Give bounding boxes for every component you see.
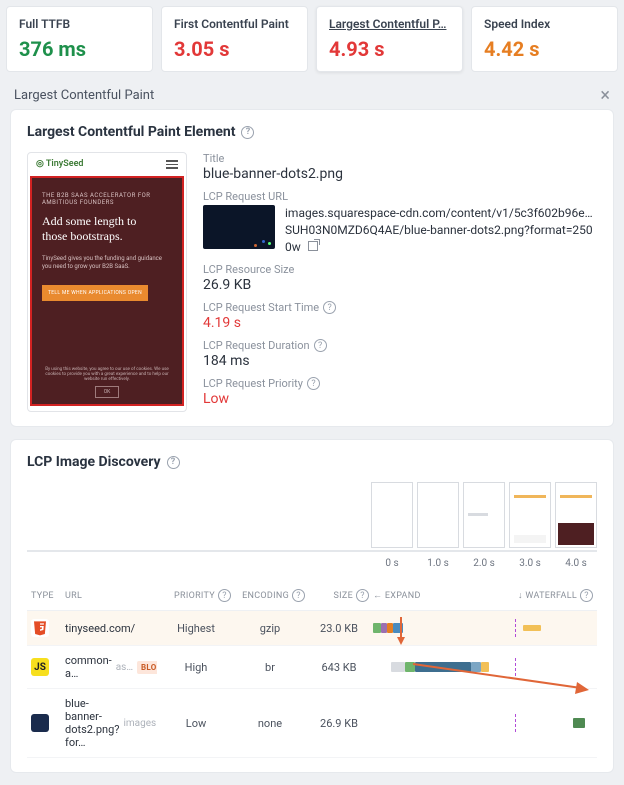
tick: 0 s	[371, 558, 413, 569]
size-cell: 23.0 KB	[309, 622, 369, 635]
external-link-icon	[308, 241, 318, 251]
table-row[interactable]: JS common-a… as… BLOCKING LCP INITIATOR …	[27, 646, 597, 689]
metric-value: 3.05 s	[174, 37, 295, 61]
field-label-priority: LCP Request Priority ?	[203, 377, 597, 390]
metric-label: Largest Contentful P…	[329, 17, 450, 31]
tick: 4.0 s	[555, 558, 597, 569]
metric-value: 4.93 s	[329, 37, 450, 61]
arrow-icon	[397, 617, 407, 647]
url-cell: blue-banner-dots2.png?for… images… LCP	[65, 697, 157, 749]
url-cell: tinyseed.com/	[65, 622, 157, 635]
html5-icon	[31, 619, 49, 637]
col-url: URL	[65, 591, 157, 601]
panel-title-text: LCP Image Discovery	[27, 454, 161, 470]
blocking-tag: BLOCKING	[137, 661, 157, 674]
filmstrip	[27, 482, 597, 552]
field-label-duration: LCP Request Duration ?	[203, 339, 597, 352]
field-value-start: 4.19 s	[203, 315, 597, 331]
table-row[interactable]: tinyseed.com/ Highest gzip 23.0 KB	[27, 611, 597, 646]
waterfall-cell	[373, 619, 593, 637]
lcp-discovery-panel: LCP Image Discovery ? 0 s 1.0 s 2.0 s 3.…	[10, 439, 614, 773]
metric-value: 376 ms	[19, 37, 140, 61]
image-icon	[31, 714, 49, 732]
arrow-icon	[413, 664, 593, 694]
lcp-url-link[interactable]: images.squarespace-cdn.com/content/v1/5c…	[285, 205, 597, 255]
metric-fcp[interactable]: First Contentful Paint 3.05 s	[161, 6, 308, 72]
priority-cell: High	[161, 661, 231, 674]
metric-lcp[interactable]: Largest Contentful P… 4.93 s	[316, 6, 463, 72]
panel-title: Largest Contentful Paint Element ?	[27, 124, 597, 140]
help-icon[interactable]: ?	[241, 126, 254, 139]
field-value-priority: Low	[203, 391, 597, 407]
priority-cell: Highest	[161, 622, 231, 635]
metrics-row: Full TTFB 376 ms First Contentful Paint …	[0, 0, 624, 78]
panel-title: LCP Image Discovery ?	[27, 454, 597, 470]
filmstrip-frame	[463, 482, 505, 548]
metric-ttfb[interactable]: Full TTFB 376 ms	[6, 6, 153, 72]
tick: 2.0 s	[463, 558, 505, 569]
thumb-headline: Add some length to those bootstraps.	[42, 214, 172, 245]
col-size[interactable]: SIZE?	[309, 589, 369, 602]
help-icon[interactable]: ?	[307, 377, 320, 390]
waterfall-cell	[373, 658, 593, 676]
lcp-details: Title blue-banner-dots2.png LCP Request …	[203, 152, 597, 412]
metric-si[interactable]: Speed Index 4.42 s	[471, 6, 618, 72]
tick: 3.0 s	[509, 558, 551, 569]
close-icon[interactable]: ×	[600, 89, 610, 103]
section-header: Largest Contentful Paint ×	[0, 78, 624, 109]
filmstrip-frame	[371, 482, 413, 548]
col-encoding[interactable]: ENCODING?	[235, 589, 305, 602]
hamburger-icon	[166, 158, 178, 171]
metric-label: Speed Index	[484, 17, 605, 31]
filmstrip-frame	[509, 482, 551, 548]
col-priority[interactable]: PRIORITY?	[161, 589, 231, 602]
size-cell: 643 KB	[309, 661, 369, 674]
thumb-tagline: THE B2B SAAS ACCELERATOR FOR AMBITIOUS F…	[42, 192, 172, 206]
help-icon[interactable]: ?	[167, 456, 180, 469]
encoding-cell: br	[235, 661, 305, 674]
table-header: TYPE URL PRIORITY? ENCODING? SIZE? ← EXP…	[27, 581, 597, 611]
metric-value: 4.42 s	[484, 37, 605, 61]
tick: 1.0 s	[417, 558, 459, 569]
url-cell: common-a… as… BLOCKING LCP INITIATOR	[65, 654, 157, 680]
url-thumbnail	[203, 205, 275, 249]
field-label-size: LCP Resource Size	[203, 263, 597, 276]
thumb-cookie: By using this website, you agree to our …	[40, 367, 174, 398]
metric-label: First Contentful Paint	[174, 17, 295, 31]
encoding-cell: gzip	[235, 622, 305, 635]
help-icon: ?	[356, 589, 369, 602]
waterfall-cell	[373, 714, 593, 732]
col-type: TYPE	[31, 591, 61, 601]
js-icon: JS	[31, 658, 49, 676]
size-cell: 26.9 KB	[309, 717, 369, 730]
lcp-element-panel: Largest Contentful Paint Element ? ◎ Tin…	[10, 109, 614, 427]
encoding-cell: none	[235, 717, 305, 730]
help-icon[interactable]: ?	[323, 301, 336, 314]
filmstrip-frame	[555, 482, 597, 548]
thumb-sub: TinySeed gives you the funding and guida…	[42, 255, 172, 272]
field-value-size: 26.9 KB	[203, 277, 597, 293]
table-row[interactable]: blue-banner-dots2.png?for… images… LCP L…	[27, 689, 597, 758]
field-label-start: LCP Request Start Time ?	[203, 301, 597, 314]
field-label-title: Title	[203, 152, 597, 165]
panel-title-text: Largest Contentful Paint Element	[27, 124, 235, 140]
help-icon[interactable]: ?	[314, 339, 327, 352]
expand-label[interactable]: ← EXPAND	[373, 590, 421, 601]
section-title: Largest Contentful Paint	[14, 88, 154, 103]
metric-label: Full TTFB	[19, 17, 140, 31]
lcp-element-thumbnail: ◎ TinySeed THE B2B SAAS ACCELERATOR FOR …	[27, 152, 187, 412]
filmstrip-ticks: 0 s 1.0 s 2.0 s 3.0 s 4.0 s	[27, 558, 597, 569]
filmstrip-frame	[417, 482, 459, 548]
col-waterfall[interactable]: ← EXPAND ↓ WATERFALL?	[373, 589, 593, 602]
help-icon: ?	[580, 589, 593, 602]
help-icon: ?	[292, 589, 305, 602]
help-icon: ?	[218, 589, 231, 602]
field-label-url: LCP Request URL	[203, 190, 597, 203]
field-value-title: blue-banner-dots2.png	[203, 166, 597, 182]
field-value-duration: 184 ms	[203, 353, 597, 369]
priority-cell: Low	[161, 717, 231, 730]
brand-logo: ◎ TinySeed	[36, 159, 84, 169]
thumb-cta: TELL ME WHEN APPLICATIONS OPEN	[42, 285, 148, 301]
